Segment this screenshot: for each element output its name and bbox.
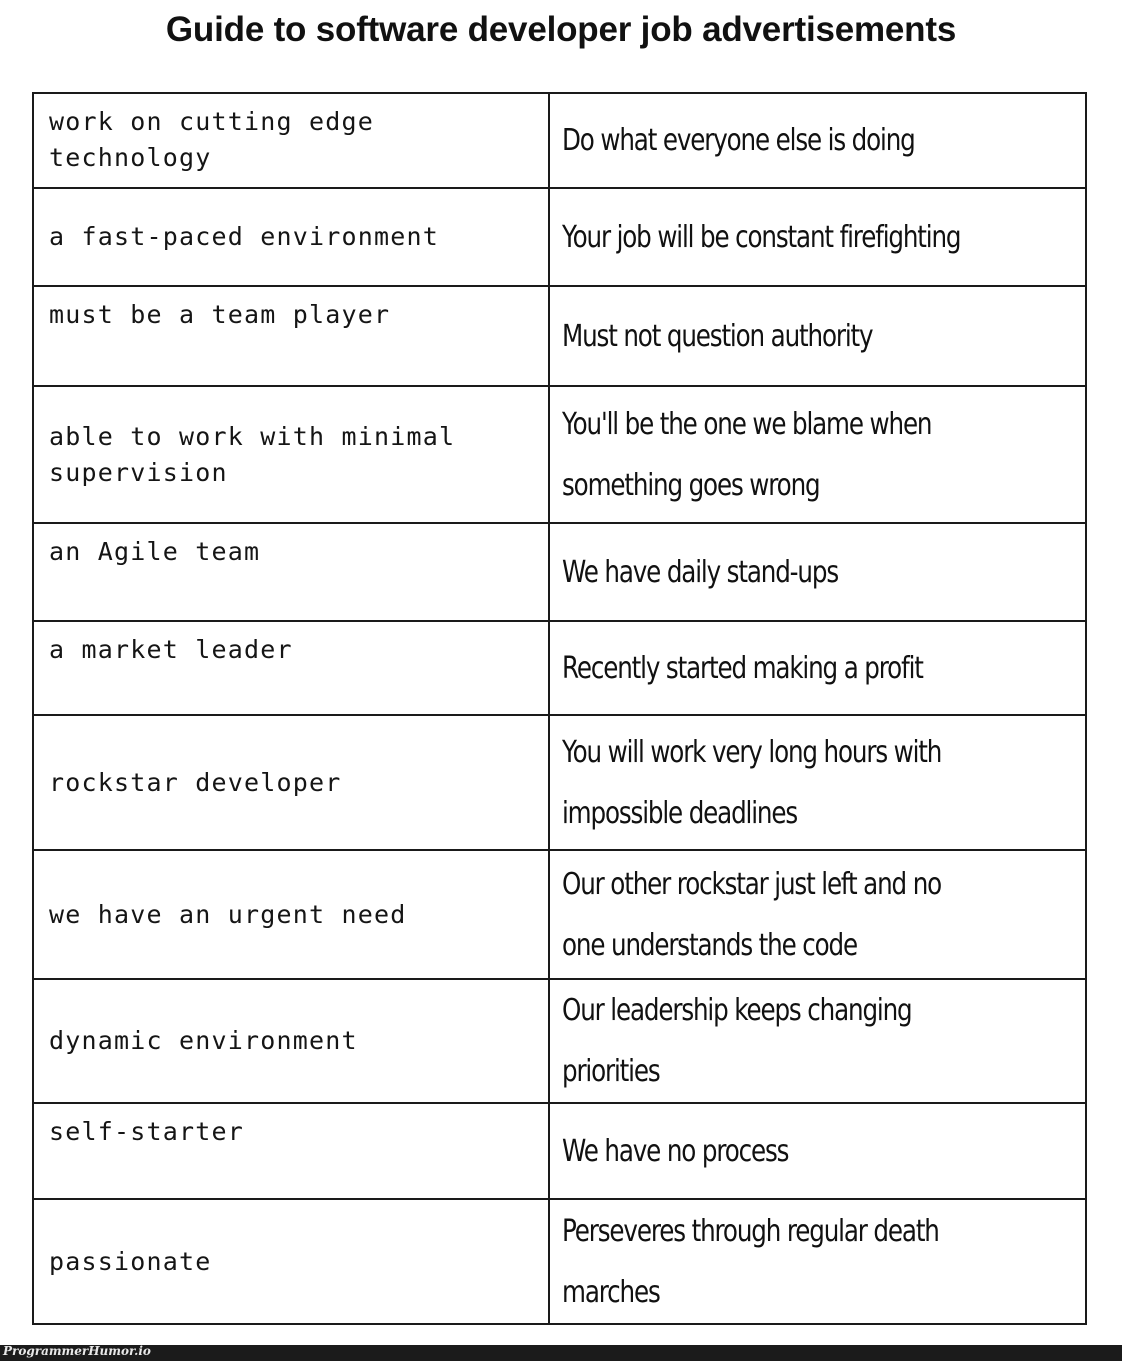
meaning-line: We have daily stand-ups — [562, 554, 839, 590]
watermark: ProgrammerHumor.io — [3, 1344, 151, 1358]
table-row: a market leader Recently started making a… — [32, 620, 1087, 716]
job-ad-phrase: a fast-paced environment — [32, 187, 550, 287]
table-row: must be a team player Must not question a… — [32, 285, 1087, 387]
real-meaning: Our other rockstar just left and no one u… — [548, 849, 1087, 980]
table-row: dynamic environment Our leadership keeps … — [32, 978, 1087, 1104]
table-row: an Agile team We have daily stand-ups — [32, 522, 1087, 622]
job-ad-phrase: self-starter — [32, 1102, 550, 1200]
real-meaning: Perseveres through regular death marches — [548, 1198, 1087, 1325]
real-meaning: You'll be the one we blame when something… — [548, 385, 1087, 524]
table-row: a fast-paced environment Your job will be… — [32, 187, 1087, 287]
meaning-line: Do what everyone else is doing — [562, 123, 916, 158]
footer-bar: ProgrammerHumor.io — [0, 1344, 1122, 1361]
job-ad-phrase: passionate — [32, 1198, 550, 1325]
meaning-line: Must not question authority — [562, 318, 874, 354]
table-row: self-starter We have no process — [32, 1102, 1087, 1200]
real-meaning: Your job will be constant firefighting — [548, 187, 1087, 287]
meaning-line: We have no process — [562, 1133, 789, 1169]
table-row: we have an urgent need Our other rockstar… — [32, 849, 1087, 980]
table-row: able to work with minimal supervision You… — [32, 385, 1087, 524]
job-ad-phrase: an Agile team — [32, 522, 550, 622]
meaning-line: impossible deadlines — [562, 795, 798, 831]
meaning-line: Recently started making a profit — [562, 650, 924, 686]
real-meaning: Must not question authority — [548, 285, 1087, 387]
job-ad-phrase: able to work with minimal supervision — [32, 385, 550, 524]
meaning-line: Our other rockstar just left and no — [562, 866, 942, 902]
meaning-line: You'll be the one we blame when — [562, 406, 933, 442]
meaning-line: Perseveres through regular death — [562, 1213, 940, 1249]
meaning-line: something goes wrong — [562, 467, 821, 503]
real-meaning: We have no process — [548, 1102, 1087, 1200]
translation-table: work on cutting edge technology Do what e… — [32, 92, 1087, 1325]
page-title: Guide to software developer job advertis… — [165, 10, 957, 49]
table-row: passionate Perseveres through regular dea… — [32, 1198, 1087, 1325]
meaning-line: one understands the code — [562, 927, 858, 963]
real-meaning: You will work very long hours with imposs… — [548, 714, 1087, 851]
meaning-line: marches — [562, 1274, 661, 1310]
job-ad-phrase: we have an urgent need — [32, 849, 550, 980]
meaning-line: Your job will be constant firefighting — [562, 219, 962, 255]
meaning-line: priorities — [562, 1054, 661, 1089]
real-meaning: We have daily stand-ups — [548, 522, 1087, 622]
job-ad-phrase: rockstar developer — [32, 714, 550, 851]
job-ad-phrase: must be a team player — [32, 285, 550, 387]
job-ad-phrase: dynamic environment — [32, 978, 550, 1104]
table-row: work on cutting edge technology Do what e… — [32, 92, 1087, 189]
meaning-line: Our leadership keeps changing — [562, 993, 913, 1028]
table-row: rockstar developer You will work very lon… — [32, 714, 1087, 851]
meaning-line: You will work very long hours with — [562, 734, 942, 770]
job-ad-phrase: a market leader — [32, 620, 550, 716]
real-meaning: Recently started making a profit — [548, 620, 1087, 716]
job-ad-phrase: work on cutting edge technology — [32, 92, 550, 189]
real-meaning: Do what everyone else is doing — [548, 92, 1087, 189]
real-meaning: Our leadership keeps changing priorities — [548, 978, 1087, 1104]
